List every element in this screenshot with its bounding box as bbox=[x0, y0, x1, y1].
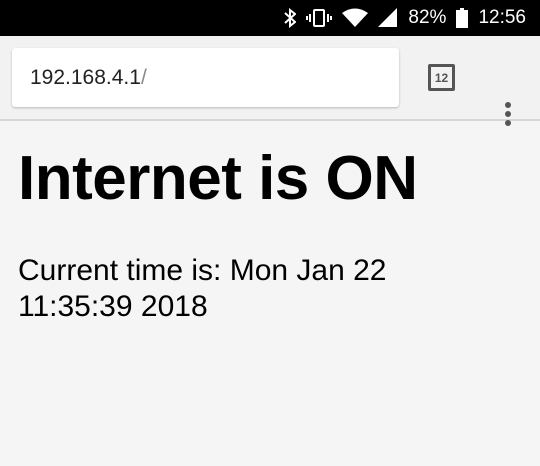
bluetooth-icon bbox=[284, 8, 297, 28]
status-bar: 82% 12:56 bbox=[0, 0, 540, 36]
page-content: Internet is ON Current time is: Mon Jan … bbox=[0, 143, 540, 325]
tab-count: 12 bbox=[434, 70, 449, 85]
signal-icon bbox=[378, 8, 398, 27]
wifi-icon bbox=[342, 8, 369, 27]
url-path: / bbox=[140, 65, 147, 89]
url-bar[interactable]: 192.168.4.1/ bbox=[12, 48, 399, 107]
tab-switcher-button[interactable]: 12 bbox=[428, 64, 455, 91]
current-time-text: Current time is: Mon Jan 22 11:35:39 2018 bbox=[18, 253, 522, 325]
browser-toolbar: 192.168.4.1/ 12 bbox=[0, 36, 540, 126]
battery-icon bbox=[456, 8, 469, 28]
time-line-1: Current time is: Mon Jan 22 bbox=[18, 254, 387, 287]
page-heading: Internet is ON bbox=[18, 144, 418, 213]
url-host: 192.168.4.1 bbox=[30, 65, 141, 89]
time-line-2: 11:35:39 2018 bbox=[18, 290, 208, 323]
menu-more-icon[interactable] bbox=[498, 102, 518, 132]
vibrate-icon bbox=[306, 9, 333, 27]
battery-percent: 82% bbox=[408, 7, 447, 28]
clock: 12:56 bbox=[478, 7, 526, 28]
